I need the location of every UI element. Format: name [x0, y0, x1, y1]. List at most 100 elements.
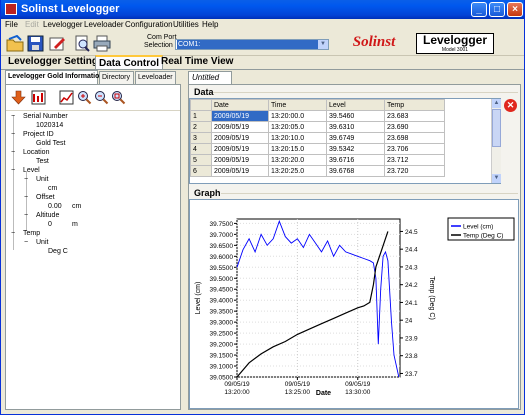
tab-data-control[interactable]: Data Control: [95, 55, 163, 70]
menu-utilities[interactable]: Utilities: [173, 20, 199, 29]
cell-temp[interactable]: 23.712: [384, 154, 445, 166]
tab-leveloader[interactable]: Leveloader: [135, 71, 176, 84]
cell-level[interactable]: 39.5460: [326, 110, 385, 122]
table-row[interactable]: 1 2009/05/19 13:20:00.0 39.5460 23.683: [190, 110, 445, 122]
cell-temp[interactable]: 23.698: [384, 132, 445, 144]
scroll-down-icon[interactable]: ▼: [492, 174, 501, 183]
scroll-up-icon[interactable]: ▲: [492, 99, 501, 108]
cell-level[interactable]: 39.6716: [326, 154, 385, 166]
cell-temp[interactable]: 23.720: [384, 165, 445, 177]
y2-tick-label: 23.7: [405, 371, 418, 378]
column-header-level[interactable]: Level: [326, 99, 385, 111]
temp-unit-label: Unit: [36, 239, 49, 246]
zoom-in-icon[interactable]: [77, 90, 92, 105]
cell-time[interactable]: 13:20:25.0: [268, 165, 327, 177]
edit-icon[interactable]: [48, 35, 66, 52]
append-data-icon[interactable]: [31, 90, 46, 105]
tree-expander[interactable]: −: [24, 211, 28, 220]
tree-expander[interactable]: −: [24, 193, 28, 202]
levelogger-logo: Levelogger Model 3001: [416, 33, 494, 54]
tab-real-time-view[interactable]: Real Time View: [158, 55, 236, 70]
cell-time[interactable]: 13:20:00.0: [268, 110, 327, 122]
panel-toolbar: [6, 85, 180, 111]
menu-help[interactable]: Help: [202, 20, 218, 29]
download-icon[interactable]: [11, 90, 26, 105]
column-header-temp[interactable]: Temp: [384, 99, 445, 111]
save-icon[interactable]: [27, 35, 45, 52]
cell-time[interactable]: 13:20:05.0: [268, 121, 327, 133]
tree-expander[interactable]: −: [24, 238, 28, 247]
app-icon: [5, 3, 17, 15]
data-section-label: Data: [194, 87, 214, 97]
tab-levelogger-setting[interactable]: Levelogger Setting: [5, 55, 101, 70]
table-row[interactable]: 4 2009/05/19 13:20:15.0 39.5342 23.706: [190, 143, 445, 155]
cell-time[interactable]: 13:20:20.0: [268, 154, 327, 166]
cell-date[interactable]: 2009/05/19: [211, 143, 269, 155]
cell-date[interactable]: 2009/05/19: [211, 121, 269, 133]
table-scrollbar[interactable]: ▲ ▼: [491, 99, 501, 183]
cell-date[interactable]: 2009/05/19: [211, 110, 269, 122]
chevron-down-icon[interactable]: ▼: [318, 40, 328, 49]
zoom-out-icon[interactable]: [94, 90, 109, 105]
y-tick-label: 39.5000: [210, 276, 234, 283]
offset-value: 0.00: [48, 203, 62, 210]
graph-area[interactable]: 39.7500 39.7000 39.6500 39.6000 39.5500 39.50…: [189, 199, 519, 409]
cell-temp[interactable]: 23.690: [384, 121, 445, 133]
tab-directory[interactable]: Directory: [99, 71, 134, 84]
y2-tick-label: 24.4: [405, 247, 418, 254]
cell-level[interactable]: 39.5342: [326, 143, 385, 155]
menu-leveloader[interactable]: Leveloader: [84, 20, 124, 29]
tree-expander[interactable]: −: [11, 148, 15, 157]
tab-untitled[interactable]: Untitled: [188, 71, 232, 84]
zoom-reset-icon[interactable]: [111, 90, 126, 105]
close-button[interactable]: ×: [507, 2, 523, 17]
menu-file[interactable]: File: [5, 20, 18, 29]
chart-icon[interactable]: [59, 90, 74, 105]
maximize-button[interactable]: □: [489, 2, 505, 17]
column-header-date[interactable]: Date: [211, 99, 269, 111]
tree-expander[interactable]: −: [11, 229, 15, 238]
tab-levelogger-gold-information[interactable]: Levelogger Gold Information: [5, 70, 104, 84]
cell-time[interactable]: 13:20:10.0: [268, 132, 327, 144]
cell-level[interactable]: 39.6749: [326, 132, 385, 144]
cell-temp[interactable]: 23.706: [384, 143, 445, 155]
tree-expander[interactable]: −: [11, 112, 15, 121]
y-tick-label: 39.3500: [210, 309, 234, 316]
location-value: Test: [36, 158, 49, 165]
cell-date[interactable]: 2009/05/19: [211, 132, 269, 144]
cell-date[interactable]: 2009/05/19: [211, 154, 269, 166]
tree-expander[interactable]: −: [11, 166, 15, 175]
cell-date[interactable]: 2009/05/19: [211, 165, 269, 177]
tree-expander[interactable]: −: [24, 175, 28, 184]
com-port-select[interactable]: COM1: ▼: [175, 39, 329, 50]
legend-label: Level (cm): [463, 224, 493, 231]
x-tick-label: 09/05/19: [285, 381, 311, 388]
cell-level[interactable]: 39.6768: [326, 165, 385, 177]
column-header-time[interactable]: Time: [268, 99, 327, 111]
table-row[interactable]: 2 2009/05/19 13:20:05.0 39.6310 23.690: [190, 121, 445, 133]
open-folder-icon[interactable]: [6, 34, 24, 52]
level-unit-value: cm: [48, 185, 58, 192]
cell-temp[interactable]: 23.683: [384, 110, 445, 122]
title-bar[interactable]: Solinst Levelogger _ □ ×: [1, 0, 524, 19]
menu-configuration[interactable]: Configuration: [125, 20, 173, 29]
project-id-value: Gold Test: [36, 140, 66, 147]
table-row[interactable]: 3 2009/05/19 13:20:10.0 39.6749 23.698: [190, 132, 445, 144]
cell-level[interactable]: 39.6310: [326, 121, 385, 133]
temp-unit-value: Deg C: [48, 248, 68, 255]
minimize-button[interactable]: _: [471, 2, 487, 17]
scroll-thumb[interactable]: [492, 109, 501, 147]
table-row[interactable]: 5 2009/05/19 13:20:20.0 39.6716 23.712: [190, 154, 445, 166]
print-icon[interactable]: [93, 35, 111, 52]
altitude-value: 0: [48, 221, 52, 228]
y-tick-label: 39.4500: [210, 287, 234, 294]
print-preview-icon[interactable]: [73, 35, 91, 52]
delete-data-button[interactable]: ✕: [504, 99, 517, 112]
project-id-label: Project ID: [23, 131, 54, 138]
data-table[interactable]: Date Time Level Temp 1 2009/05/19 13:20:00…: [189, 98, 501, 184]
cell-time[interactable]: 13:20:15.0: [268, 143, 327, 155]
level-temp-chart[interactable]: 39.7500 39.7000 39.6500 39.6000 39.5500 39.50…: [190, 200, 518, 408]
menu-levelogger[interactable]: Levelogger: [43, 20, 83, 29]
tree-expander[interactable]: −: [11, 130, 15, 139]
table-row[interactable]: 6 2009/05/19 13:20:25.0 39.6768 23.720: [190, 165, 445, 177]
